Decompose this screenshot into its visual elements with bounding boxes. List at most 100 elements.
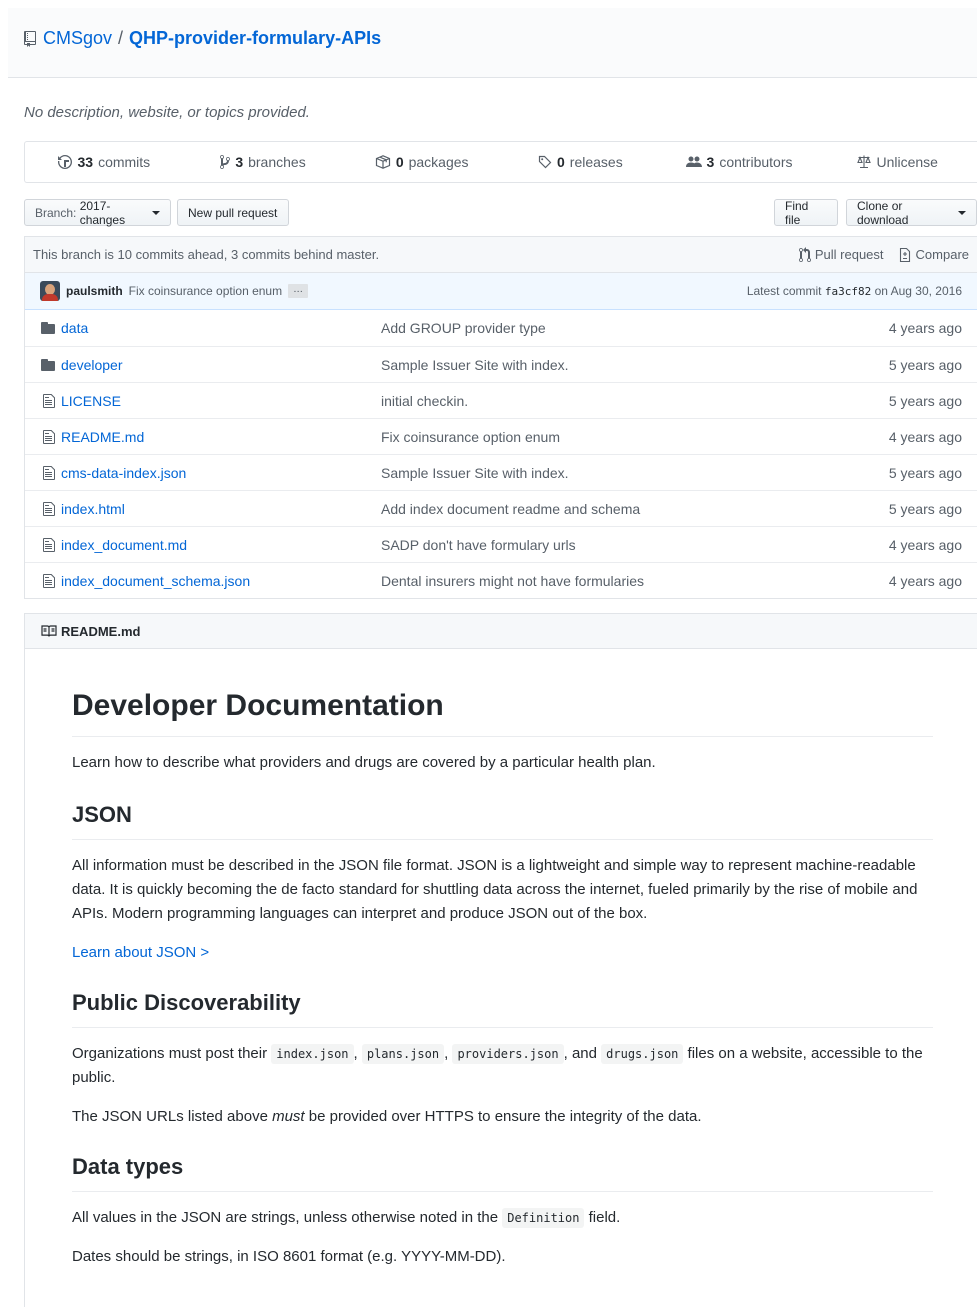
dates-paragraph: Dates should be strings, in ISO 8601 for… xyxy=(72,1248,506,1265)
code-definition: Definition xyxy=(502,1208,585,1228)
readme-intro: Learn how to describe what providers and… xyxy=(72,754,656,771)
contributors-link[interactable]: 3 contributors xyxy=(660,142,819,182)
file-commit-message[interactable]: Sample Issuer Site with index. xyxy=(381,465,857,481)
branch-status-bar: This branch is 10 commits ahead, 3 commi… xyxy=(24,236,977,273)
file-name-link[interactable]: README.md xyxy=(61,429,381,445)
commit-sha-link[interactable]: fa3cf82 xyxy=(825,285,871,298)
pull-request-label: Pull request xyxy=(814,247,884,262)
code-drugs-json: drugs.json xyxy=(601,1044,684,1064)
repo-description: No description, website, or topics provi… xyxy=(24,104,310,121)
caret-down-icon xyxy=(958,210,966,215)
repo-separator: / xyxy=(118,28,124,48)
commits-link[interactable]: 33 commits xyxy=(25,142,184,182)
file-row[interactable]: README.md Fix coinsurance option enum 4 ye… xyxy=(25,418,977,454)
file-commit-message[interactable]: Add GROUP provider type xyxy=(381,320,857,336)
commit-expand-button[interactable]: … xyxy=(288,284,309,298)
commit-author-link[interactable]: paulsmith xyxy=(66,284,123,298)
learn-json-link[interactable]: Learn about JSON > xyxy=(72,944,209,961)
file-name-link[interactable]: index_document_schema.json xyxy=(61,573,381,589)
package-icon xyxy=(375,154,391,170)
readme-box: README.md Developer Documentation Learn … xyxy=(24,613,977,1307)
file-age: 5 years ago xyxy=(888,500,962,517)
diff-icon xyxy=(898,247,912,263)
file-age: 4 years ago xyxy=(888,320,962,336)
branch-name: 2017-changes xyxy=(79,198,126,227)
file-age: 4 years ago xyxy=(888,572,962,589)
readme-content: Developer Documentation Learn how to des… xyxy=(72,686,933,1269)
caret-down-icon xyxy=(152,210,160,215)
discoverability-paragraph: Organizations must post their index.json… xyxy=(72,1044,923,1086)
https-paragraph: The JSON URLs listed above must be provi… xyxy=(72,1108,702,1125)
file-icon xyxy=(25,501,61,517)
numbers-summary: 33 commits 3 branches 0 packages 0 releases … xyxy=(24,141,977,183)
file-commit-message[interactable]: SADP don't have formulary urls xyxy=(381,537,857,553)
file-table: paulsmith Fix coinsurance option enum … … xyxy=(24,273,977,599)
readme-filename: README.md xyxy=(61,623,141,639)
clone-download-button[interactable]: Clone or download xyxy=(846,198,977,227)
latest-commit-row: paulsmith Fix coinsurance option enum … … xyxy=(25,273,977,310)
json-heading: JSON xyxy=(72,799,933,840)
file-icon xyxy=(25,465,61,481)
repo-title: CMSgov / QHP-provider-formulary-APIs xyxy=(24,28,381,49)
repo-owner-link[interactable]: CMSgov xyxy=(43,28,112,49)
file-row[interactable]: index_document_schema.json Dental insurer… xyxy=(25,562,977,598)
license-link[interactable]: Unlicense xyxy=(818,142,977,182)
file-commit-message[interactable]: Sample Issuer Site with index. xyxy=(381,357,857,373)
file-row[interactable]: data Add GROUP provider type 4 years ago xyxy=(25,310,977,346)
file-commit-message[interactable]: Add index document readme and schema xyxy=(381,501,857,517)
file-commit-message[interactable]: Dental insurers might not have formulari… xyxy=(381,573,857,589)
file-row[interactable]: cms-data-index.json Sample Issuer Site wi… xyxy=(25,454,977,490)
file-age: 4 years ago xyxy=(888,428,962,445)
branch-icon xyxy=(220,154,231,170)
file-name-link[interactable]: index.html xyxy=(61,501,381,517)
discoverability-heading: Public Discoverability xyxy=(72,987,933,1028)
code-index-json: index.json xyxy=(271,1044,354,1064)
branch-status-text: This branch is 10 commits ahead, 3 commi… xyxy=(33,247,380,262)
json-paragraph: All information must be described in the… xyxy=(72,857,918,922)
file-icon xyxy=(25,429,61,445)
folder-icon xyxy=(25,357,61,373)
code-plans-json: plans.json xyxy=(361,1044,445,1064)
commit-message-link[interactable]: Fix coinsurance option enum xyxy=(129,284,282,298)
file-commit-message[interactable]: initial checkin. xyxy=(381,393,857,409)
find-file-button[interactable]: Find file xyxy=(774,199,838,227)
branches-link[interactable]: 3 branches xyxy=(184,142,343,182)
law-icon xyxy=(857,154,872,170)
file-age: 5 years ago xyxy=(888,392,962,409)
repo-icon xyxy=(24,30,38,47)
file-commit-message[interactable]: Fix coinsurance option enum xyxy=(381,429,857,445)
branch-prefix: Branch: xyxy=(35,205,77,220)
avatar[interactable] xyxy=(40,281,60,301)
new-pull-request-button[interactable]: New pull request xyxy=(177,199,289,226)
repo-name-link[interactable]: QHP-provider-formulary-APIs xyxy=(129,28,381,49)
history-icon xyxy=(58,154,73,170)
file-icon xyxy=(25,573,61,589)
folder-icon xyxy=(25,320,61,336)
pull-request-link[interactable]: Pull request xyxy=(798,246,884,263)
latest-commit-prefix: Latest commit xyxy=(746,284,822,298)
file-row[interactable]: developer Sample Issuer Site with index. 5… xyxy=(25,346,977,382)
people-icon xyxy=(685,154,702,170)
repo-header: CMSgov / QHP-provider-formulary-APIs xyxy=(8,8,977,78)
file-age: 5 years ago xyxy=(888,356,962,373)
compare-label: Compare xyxy=(915,247,969,262)
packages-link[interactable]: 0 packages xyxy=(342,142,501,182)
data-types-paragraph: All values in the JSON are strings, unle… xyxy=(72,1208,621,1228)
file-age: 4 years ago xyxy=(888,536,962,553)
file-name-link[interactable]: cms-data-index.json xyxy=(61,465,381,481)
compare-link[interactable]: Compare xyxy=(898,247,969,263)
file-row[interactable]: index_document.md SADP don't have formula… xyxy=(25,526,977,562)
file-row[interactable]: index.html Add index document readme and … xyxy=(25,490,977,526)
clone-label: Clone or download xyxy=(857,198,909,227)
pull-request-icon xyxy=(798,246,811,263)
file-name-link[interactable]: developer xyxy=(61,357,381,373)
file-icon xyxy=(25,393,61,409)
releases-link[interactable]: 0 releases xyxy=(501,142,660,182)
branch-select-button[interactable]: Branch: 2017-changes xyxy=(24,198,171,227)
readme-title: Developer Documentation xyxy=(72,686,933,737)
file-row[interactable]: LICENSE initial checkin. 5 years ago xyxy=(25,382,977,418)
file-name-link[interactable]: LICENSE xyxy=(61,393,381,409)
file-name-link[interactable]: index_document.md xyxy=(61,537,381,553)
file-name-link[interactable]: data xyxy=(61,320,381,336)
data-types-heading: Data types xyxy=(72,1151,933,1192)
